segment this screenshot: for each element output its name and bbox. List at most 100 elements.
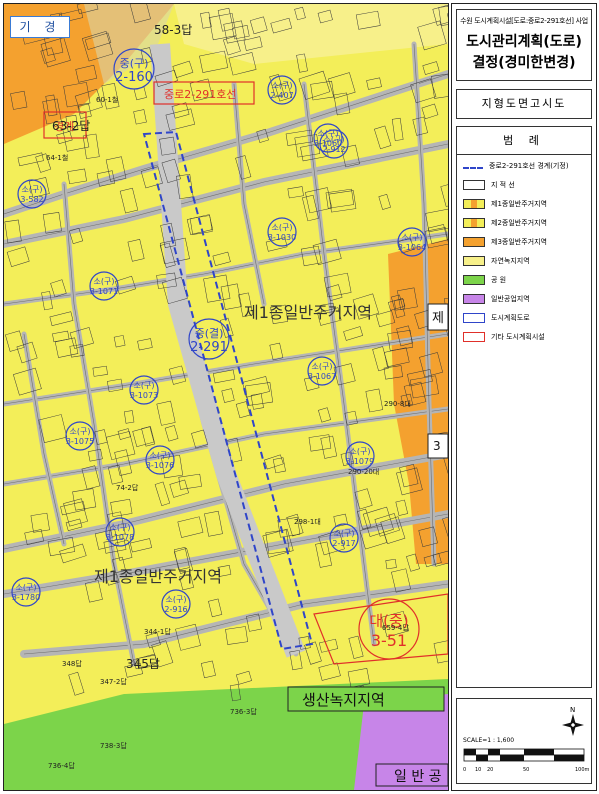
road-label-class: 소(구) bbox=[402, 233, 423, 242]
north-label: N bbox=[570, 706, 575, 714]
legend-title: 범 례 bbox=[457, 127, 591, 155]
sidebar: 수원 도시계획시설[도로:중로2-291호선] 사업 도시관리계획(도로) 결정… bbox=[451, 3, 597, 791]
zone-label-side-1: 제 bbox=[432, 311, 444, 326]
legend-swatch-dashed-blue bbox=[463, 166, 483, 169]
road-label-class: 소(구) bbox=[166, 595, 187, 604]
road-label-class: 소(구) bbox=[272, 81, 293, 90]
legend-label: 도시계획도로 bbox=[491, 313, 530, 322]
legend-item: 제3종일반주거지역 bbox=[463, 233, 591, 250]
parcel-label: 64-1철 bbox=[46, 153, 68, 162]
scale-tick-label: 0 bbox=[463, 767, 467, 773]
road-label-class: 소(구) bbox=[334, 529, 355, 538]
road-label-code: 2-407 bbox=[270, 91, 293, 100]
road-label-code: 3-1067 bbox=[308, 372, 336, 381]
legend-swatch-green bbox=[463, 274, 485, 285]
parcel-label: 659-4답 bbox=[382, 623, 409, 632]
project-title: 수원 도시계획시설[도로:중로2-291호선] 사업 bbox=[460, 17, 588, 25]
road-label-code: 3-1073 bbox=[130, 391, 158, 400]
map-corner-tag: 기 경 bbox=[10, 16, 70, 38]
legend-swatch-yellow-orange bbox=[463, 217, 485, 228]
legend-item: 중로2-291호선 경계(기정) bbox=[463, 157, 591, 174]
road-label-class: 소(구) bbox=[272, 223, 293, 232]
parcel-label: 74-2답 bbox=[116, 483, 139, 492]
road-label-code: 2-917 bbox=[332, 539, 355, 548]
parcel-label: 290-8대 bbox=[384, 400, 411, 408]
legend-swatch-light-yellow bbox=[463, 255, 485, 266]
scale-tick-label: 50 bbox=[523, 767, 530, 773]
road-label-class: 소(구) bbox=[350, 447, 371, 456]
legend-label: 제2종일반주거지역 bbox=[491, 218, 547, 227]
road-label-code: 2-916 bbox=[164, 605, 187, 614]
legend-label: 제3종일반주거지역 bbox=[491, 237, 547, 246]
scale-label: SCALE=1 : 1,600 bbox=[463, 737, 515, 744]
parcel-label: 60-1철 bbox=[96, 95, 118, 104]
main-title-line-1: 도시관리계획(도로) bbox=[466, 34, 582, 50]
road-label-code: 3-1076 bbox=[146, 461, 174, 470]
road-label-class: 소(구) bbox=[110, 523, 131, 532]
legend-label: 지 적 선 bbox=[491, 180, 515, 189]
notice-title: 지형도면고시도 bbox=[456, 89, 592, 119]
zone-label-green: 생산녹지지역 bbox=[302, 691, 385, 709]
road-label-code: 3-1030 bbox=[268, 233, 296, 242]
parcel-label: 345답 bbox=[126, 657, 160, 671]
legend-label: 중로2-291호선 경계(기정) bbox=[489, 161, 569, 170]
zone-label-1: 제1종일반주거지역 bbox=[244, 303, 372, 322]
road-label-class: 소(구) bbox=[324, 135, 345, 144]
road-label-code: 3-1079 bbox=[346, 457, 374, 466]
legend-swatch-red bbox=[463, 331, 485, 342]
map-panel[interactable]: 중(구) 2-160 소(구) 2-407 소(구) 3-1060 소(구) 2-912 소(구… bbox=[3, 3, 449, 791]
road-label-code: 2-912 bbox=[322, 145, 345, 154]
road-label-class: 소(구) bbox=[22, 185, 43, 194]
legend-label: 자연녹지지역 bbox=[491, 256, 530, 265]
road-label-class: 중(구) bbox=[120, 57, 149, 70]
legend-item: 자연녹지지역 bbox=[463, 252, 591, 269]
main-title-line-2: 결정(경미한변경) bbox=[472, 55, 576, 71]
road-label-class: 중(결) bbox=[195, 327, 224, 340]
legend-label: 기타 도시계획시설 bbox=[491, 332, 545, 341]
parcel-label: 344-1답 bbox=[144, 627, 171, 636]
legend-item: 제2종일반주거지역 bbox=[463, 214, 591, 231]
road-label-code: 2-160 bbox=[115, 70, 153, 85]
legend-swatch-yellow-orange bbox=[463, 198, 485, 209]
road-label-class: 소(구) bbox=[16, 583, 37, 592]
parcel-label: 290-20대 bbox=[348, 468, 379, 476]
road-label-class: 소(구) bbox=[312, 362, 333, 371]
road-label-code: 3-1078 bbox=[106, 533, 134, 542]
parcel-label: 347-2답 bbox=[100, 677, 127, 686]
parcel-label: 58-3답 bbox=[154, 23, 192, 37]
legend-item: 도시계획도로 bbox=[463, 309, 591, 326]
parcel-label: 348답 bbox=[62, 659, 82, 668]
legend-swatch-plain bbox=[463, 179, 485, 190]
road-label-class: 소(구) bbox=[94, 277, 115, 286]
scale-tick-label: 100m bbox=[575, 767, 590, 773]
road-label-code: 3-1064 bbox=[398, 243, 426, 252]
legend: 범 례 중로2-291호선 경계(기정) 지 적 선제1종일반주거지역제2종일반주… bbox=[456, 126, 592, 688]
legend-label: 제1종일반주거지역 bbox=[491, 199, 547, 208]
legend-items: 중로2-291호선 경계(기정) 지 적 선제1종일반주거지역제2종일반주거지역제… bbox=[457, 157, 591, 345]
scale-ticks: 0 10 20 50 100m bbox=[463, 767, 589, 777]
road-label-code: 3-1780 bbox=[12, 593, 40, 602]
road-label-class: 소(구) bbox=[134, 381, 155, 390]
legend-label: 공 원 bbox=[491, 275, 507, 284]
parcel-label: 63-2답 bbox=[52, 119, 90, 133]
zone-label-side-2: 3 bbox=[433, 439, 441, 453]
legend-item: 공 원 bbox=[463, 271, 591, 288]
road-label-class: 소(구) bbox=[70, 427, 91, 436]
legend-item: 기타 도시계획시설 bbox=[463, 328, 591, 345]
legend-swatch-orange bbox=[463, 236, 485, 247]
facility-label-code: 3-51 bbox=[371, 631, 407, 650]
zone-label-general: 일 반 공 bbox=[394, 769, 442, 785]
parcel-label: 736-3답 bbox=[230, 707, 257, 716]
road-label-code: 3-1071 bbox=[90, 287, 118, 296]
legend-item: 제1종일반주거지역 bbox=[463, 195, 591, 212]
parcel-label: 736-4답 bbox=[48, 761, 75, 770]
scale-tick-label: 10 bbox=[475, 767, 482, 773]
map-canvas[interactable]: 중(구)2-160소(구)2-407소(구)3-1060소(구)2-912소(구… bbox=[4, 4, 448, 790]
road-label-code: 2-291 bbox=[190, 340, 228, 355]
parcel-label: 298-1대 bbox=[294, 518, 321, 526]
zone-label-2: 제1종일반주거지역 bbox=[94, 567, 222, 586]
road-label-code: 3-582 bbox=[20, 195, 43, 204]
parcel-label: 738-3답 bbox=[100, 741, 127, 750]
legend-swatch-purple bbox=[463, 293, 485, 304]
title-block: 수원 도시계획시설[도로:중로2-291호선] 사업 도시관리계획(도로) 결정… bbox=[456, 9, 592, 81]
